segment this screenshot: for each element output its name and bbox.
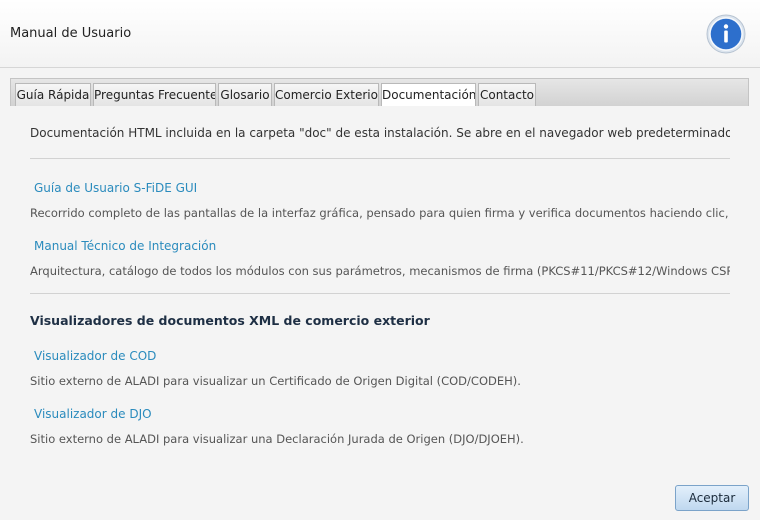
tab-guia-rapida[interactable]: Guía Rápida xyxy=(15,83,91,107)
intro-text: Documentación HTML incluida en la carpet… xyxy=(30,126,730,140)
tab-glosario[interactable]: Glosario xyxy=(218,83,272,107)
link-description: Recorrido completo de las pantallas de l… xyxy=(30,206,730,220)
link-description: Arquitectura, catálogo de todos los módu… xyxy=(30,264,730,278)
tab-contacto[interactable]: Contacto xyxy=(478,83,536,107)
section-title: Visualizadores de documentos XML de come… xyxy=(30,313,430,328)
link-description: Sitio externo de ALADI para visualizar u… xyxy=(30,432,524,446)
accept-button[interactable]: Aceptar xyxy=(675,485,749,511)
tab-comercio-exterior[interactable]: Comercio Exterior xyxy=(274,83,379,107)
link-visualizador-djo[interactable]: Visualizador de DJO xyxy=(34,407,152,421)
divider xyxy=(30,293,730,294)
info-icon xyxy=(706,14,746,54)
tab-preguntas-frecuentes[interactable]: Preguntas Frecuentes xyxy=(93,83,216,107)
documentation-panel: Documentación HTML incluida en la carpet… xyxy=(10,106,749,466)
link-description: Sitio externo de ALADI para visualizar u… xyxy=(30,374,521,388)
link-manual-tecnico[interactable]: Manual Técnico de Integración xyxy=(34,239,216,253)
tab-bar: Guía Rápida Preguntas Frecuentes Glosari… xyxy=(10,78,749,108)
window-title: Manual de Usuario xyxy=(10,26,132,41)
link-visualizador-cod[interactable]: Visualizador de COD xyxy=(34,349,156,363)
window-header: Manual de Usuario xyxy=(0,0,760,68)
link-guia-usuario[interactable]: Guía de Usuario S-FiDE GUI xyxy=(34,181,197,195)
tab-documentacion[interactable]: Documentación xyxy=(381,83,476,108)
divider xyxy=(30,158,730,159)
